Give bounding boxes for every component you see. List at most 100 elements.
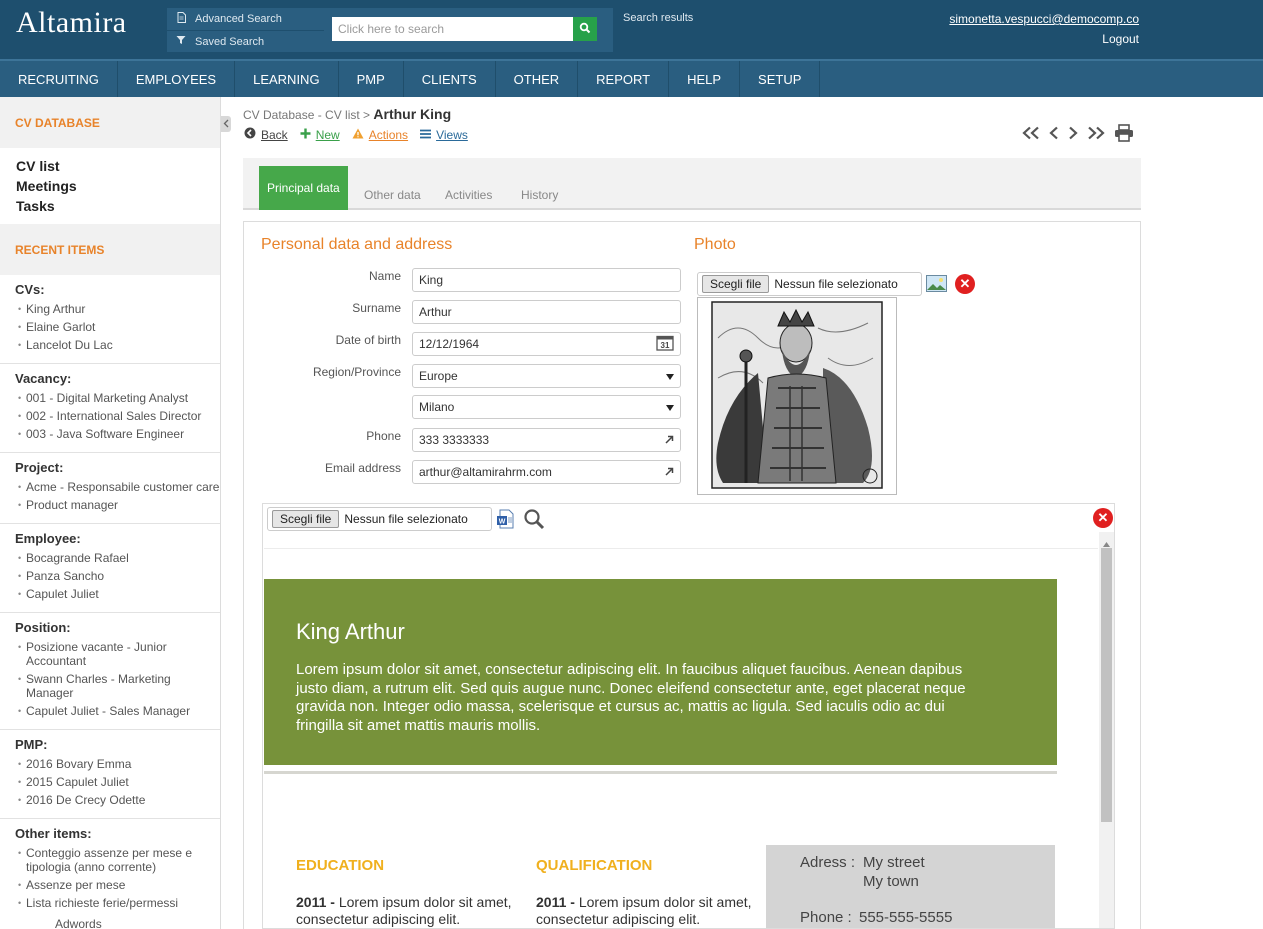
tab-principal-data[interactable]: Principal data bbox=[259, 166, 348, 210]
name-field[interactable]: King bbox=[412, 268, 681, 292]
cv-address-label: Adress : bbox=[800, 854, 856, 871]
dob-field[interactable]: 12/12/1964 31 bbox=[412, 332, 681, 356]
main-nav: RECRUITING EMPLOYEES LEARNING PMP CLIENT… bbox=[0, 59, 1263, 97]
photo-choose-file-button[interactable]: Scegli file bbox=[702, 275, 770, 293]
recent-item[interactable]: 001 - Digital Marketing Analyst bbox=[15, 391, 220, 405]
saved-search-label: Saved Search bbox=[195, 35, 265, 48]
sidebar: CV DATABASE CV list Meetings Tasks RECEN… bbox=[0, 97, 221, 929]
first-record-icon[interactable] bbox=[1022, 126, 1040, 143]
new-button[interactable]: New bbox=[300, 127, 340, 142]
nav-help[interactable]: HELP bbox=[669, 61, 741, 97]
recent-item[interactable]: Bocagrande Rafael bbox=[15, 551, 220, 565]
nav-report[interactable]: REPORT bbox=[578, 61, 670, 97]
warning-icon bbox=[352, 128, 364, 142]
photo-no-file-label: Nessun file selezionato bbox=[774, 277, 898, 291]
calendar-icon[interactable]: 31 bbox=[656, 335, 674, 354]
search-input[interactable] bbox=[332, 17, 574, 41]
remove-cv-icon[interactable]: ✕ bbox=[1093, 508, 1113, 528]
email-field[interactable]: arthur@altamirahrm.com bbox=[412, 460, 681, 484]
recent-item[interactable]: Capulet Juliet bbox=[15, 587, 220, 601]
last-record-icon[interactable] bbox=[1087, 126, 1105, 143]
recent-item[interactable]: Assenze per mese bbox=[15, 878, 220, 892]
recent-item[interactable]: Lancelot Du Lac bbox=[15, 338, 220, 352]
cv-file-input[interactable]: Scegli file Nessun file selezionato bbox=[267, 507, 492, 531]
app-logo[interactable]: Altamira bbox=[16, 6, 127, 40]
photo-file-input[interactable]: Scegli file Nessun file selezionato bbox=[697, 272, 922, 296]
user-email-link[interactable]: simonetta.vespucci@democomp.co bbox=[949, 12, 1139, 26]
recent-item[interactable]: Posizione vacante - Junior Accountant bbox=[15, 640, 220, 668]
remove-photo-icon[interactable]: ✕ bbox=[955, 274, 975, 294]
nav-clients[interactable]: CLIENTS bbox=[404, 61, 496, 97]
recent-group-title: Other items: bbox=[15, 826, 92, 841]
nav-other[interactable]: OTHER bbox=[496, 61, 579, 97]
province-select[interactable]: Milano bbox=[412, 395, 681, 419]
dob-label: Date of birth bbox=[335, 333, 401, 347]
logout-link[interactable]: Logout bbox=[1102, 32, 1139, 46]
sidebar-link-tasks[interactable]: Tasks bbox=[16, 196, 220, 216]
cv-contact-box: Adress : My street My town Phone : 555-5… bbox=[766, 845, 1055, 928]
recent-item[interactable]: Product manager bbox=[15, 498, 220, 512]
cv-scroll-thumb[interactable] bbox=[1101, 548, 1112, 822]
nav-recruiting[interactable]: RECRUITING bbox=[0, 61, 118, 97]
recent-item-partial[interactable]: Adwords bbox=[55, 917, 102, 929]
cv-intro: Lorem ipsum dolor sit amet, consectetur … bbox=[296, 661, 966, 734]
next-record-icon[interactable] bbox=[1068, 126, 1078, 143]
print-icon[interactable] bbox=[1114, 124, 1134, 145]
back-button[interactable]: Back bbox=[244, 127, 288, 142]
previous-record-icon[interactable] bbox=[1049, 126, 1059, 143]
dropdown-arrow-icon bbox=[666, 369, 674, 383]
sidebar-link-meetings[interactable]: Meetings bbox=[16, 176, 220, 196]
external-link-icon[interactable] bbox=[665, 465, 674, 479]
recent-item[interactable]: Capulet Juliet - Sales Manager bbox=[15, 704, 220, 718]
cv-scrollbar[interactable] bbox=[1099, 532, 1114, 928]
advanced-search-label: Advanced Search bbox=[195, 13, 282, 25]
recent-item[interactable]: 2016 De Crecy Odette bbox=[15, 793, 220, 807]
surname-field[interactable]: Arthur bbox=[412, 300, 681, 324]
region-select[interactable]: Europe bbox=[412, 364, 681, 388]
advanced-search-link[interactable]: Advanced Search bbox=[167, 8, 324, 30]
sidebar-collapse-button[interactable] bbox=[221, 116, 231, 132]
back-arrow-icon bbox=[244, 127, 256, 142]
recent-item[interactable]: King Arthur bbox=[15, 302, 220, 316]
cv-education-heading: EDUCATION bbox=[296, 857, 385, 874]
external-link-icon[interactable] bbox=[665, 433, 674, 447]
surname-label: Surname bbox=[352, 301, 401, 315]
phone-field[interactable]: 333 3333333 bbox=[412, 428, 681, 452]
tab-other-data[interactable]: Other data bbox=[364, 166, 421, 210]
nav-learning[interactable]: LEARNING bbox=[235, 61, 339, 97]
recent-item[interactable]: Panza Sancho bbox=[15, 569, 220, 583]
recent-item[interactable]: Swann Charles - Marketing Manager bbox=[15, 672, 220, 700]
recent-item[interactable]: Acme - Responsabile customer care bbox=[15, 480, 220, 494]
sidebar-link-cv-list[interactable]: CV list bbox=[16, 156, 220, 176]
recent-item[interactable]: Lista richieste ferie/permessi bbox=[15, 896, 220, 910]
magnifier-icon[interactable] bbox=[523, 508, 545, 533]
filter-icon bbox=[175, 35, 187, 48]
recent-item[interactable]: Elaine Garlot bbox=[15, 320, 220, 334]
views-button[interactable]: Views bbox=[420, 127, 468, 142]
tab-history[interactable]: History bbox=[521, 166, 558, 210]
cv-choose-file-button[interactable]: Scegli file bbox=[272, 510, 340, 528]
search-button[interactable] bbox=[573, 17, 597, 41]
recent-item[interactable]: 2015 Capulet Juliet bbox=[15, 775, 220, 789]
search-results-label[interactable]: Search results bbox=[623, 12, 693, 24]
image-icon[interactable] bbox=[926, 275, 947, 295]
name-label: Name bbox=[368, 269, 401, 283]
recent-group-title: Project: bbox=[15, 460, 64, 475]
nav-employees[interactable]: EMPLOYEES bbox=[118, 61, 236, 97]
nav-setup[interactable]: SETUP bbox=[740, 61, 821, 97]
word-document-icon[interactable]: W bbox=[496, 509, 516, 532]
breadcrumb-path[interactable]: CV Database - CV list > bbox=[243, 108, 373, 122]
saved-search-link[interactable]: Saved Search bbox=[167, 30, 324, 52]
chevron-left-icon bbox=[223, 119, 229, 130]
recent-group-pmp: PMP: 2016 Bovary Emma 2015 Capulet Julie… bbox=[0, 730, 220, 819]
actions-button[interactable]: Actions bbox=[352, 127, 408, 142]
recent-item[interactable]: Conteggio assenze per mese e tipologia (… bbox=[15, 846, 220, 874]
region-label: Region/Province bbox=[312, 365, 401, 379]
recent-item[interactable]: 002 - International Sales Director bbox=[15, 409, 220, 423]
region-value: Europe bbox=[419, 369, 458, 383]
nav-pmp[interactable]: PMP bbox=[339, 61, 404, 97]
recent-item[interactable]: 003 - Java Software Engineer bbox=[15, 427, 220, 441]
cv-divider bbox=[264, 771, 1057, 774]
tab-activities[interactable]: Activities bbox=[445, 166, 492, 210]
recent-item[interactable]: 2016 Bovary Emma bbox=[15, 757, 220, 771]
